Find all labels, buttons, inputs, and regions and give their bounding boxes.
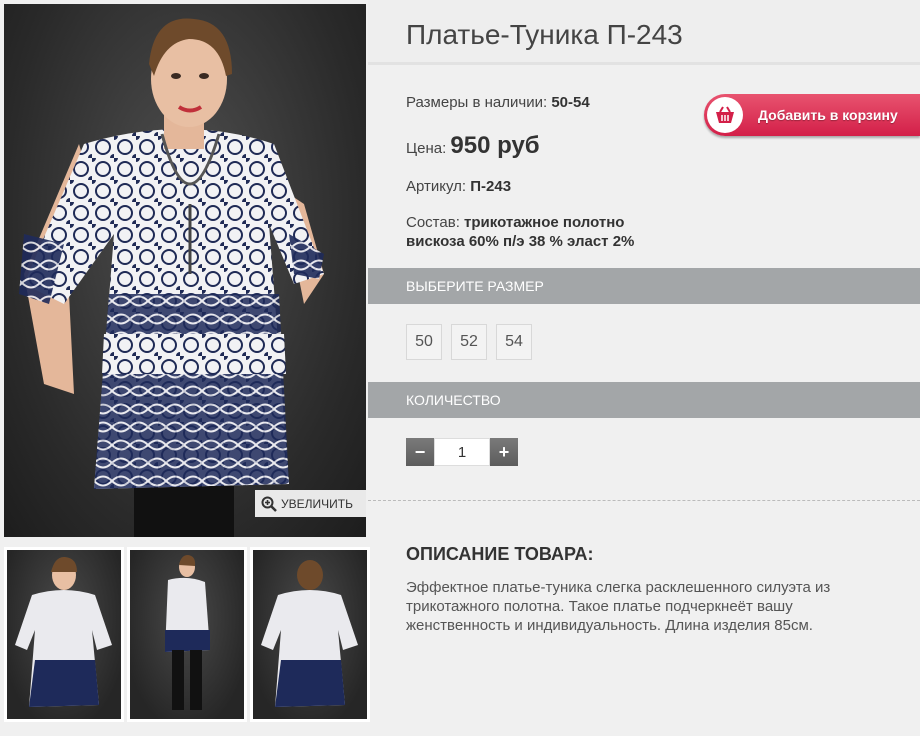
size-option-52[interactable]: 52 xyxy=(451,324,487,360)
quantity-increase-button[interactable]: + xyxy=(490,438,518,466)
quantity-decrease-button[interactable]: − xyxy=(406,438,434,466)
title-bar: Платье-Туника П-243 xyxy=(368,0,920,65)
section-divider xyxy=(368,500,920,501)
product-title: Платье-Туника П-243 xyxy=(406,19,683,50)
composition: Состав: трикотажное полотно вискоза 60% … xyxy=(406,213,634,251)
thumbnail-back[interactable] xyxy=(250,547,370,722)
thumbnail-image xyxy=(7,550,121,719)
model-illustration xyxy=(19,18,324,537)
sizes-available: Размеры в наличии: 50-54 xyxy=(406,94,590,111)
description-text: Эффектное платье-туника слегка расклешен… xyxy=(406,579,831,634)
zoom-label: УВЕЛИЧИТЬ xyxy=(281,496,353,511)
add-to-cart-label: Добавить в корзину xyxy=(758,107,898,123)
thumbnail-gallery xyxy=(4,547,370,722)
thumbnail-model-back xyxy=(261,560,358,707)
thumbnail-side[interactable] xyxy=(127,547,247,722)
sku-label: Артикул: xyxy=(406,178,467,195)
sizes-label: Размеры в наличии: xyxy=(406,94,548,111)
sizes-value: 50-54 xyxy=(551,94,590,111)
zoom-in-icon xyxy=(261,496,277,512)
size-option-54[interactable]: 54 xyxy=(496,324,532,360)
price-label: Цена: xyxy=(406,140,447,157)
composition-line2: вискоза 60% п/э 38 % эласт 2% xyxy=(406,233,635,250)
zoom-button[interactable]: УВЕЛИЧИТЬ xyxy=(255,490,366,517)
size-section-header: ВЫБЕРИТЕ РАЗМЕР xyxy=(368,268,920,304)
add-to-cart-button[interactable]: Добавить в корзину xyxy=(704,94,920,136)
thumbnail-model-side xyxy=(165,555,210,710)
thumbnail-front[interactable] xyxy=(4,547,124,722)
price: Цена: 950 руб xyxy=(406,132,540,160)
composition-line1: трикотажное полотно xyxy=(464,214,625,231)
thumbnail-image xyxy=(130,550,244,719)
composition-label: Состав: xyxy=(406,214,460,231)
quantity-section-header: КОЛИЧЕСТВО xyxy=(368,382,920,418)
sku-value: П-243 xyxy=(470,178,512,195)
basket-icon xyxy=(707,97,743,133)
sku: Артикул: П-243 xyxy=(406,178,511,195)
thumbnail-image xyxy=(253,550,367,719)
price-value: 950 руб xyxy=(450,132,540,159)
thumbnail-model-front xyxy=(15,556,112,707)
description-title: ОПИСАНИЕ ТОВАРА: xyxy=(406,544,594,564)
size-option-50[interactable]: 50 xyxy=(406,324,442,360)
quantity-input[interactable] xyxy=(434,438,490,466)
main-product-photo[interactable]: УВЕЛИЧИТЬ xyxy=(4,4,366,537)
